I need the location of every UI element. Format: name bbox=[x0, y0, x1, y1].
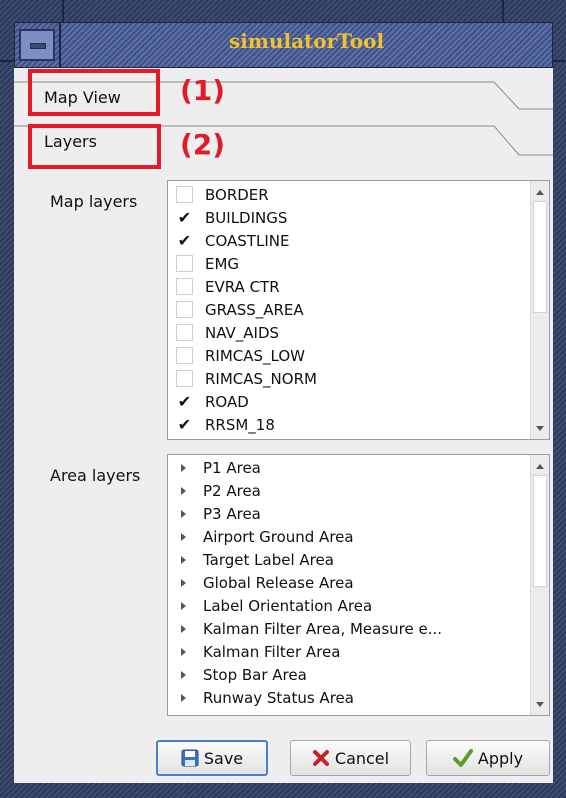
frame-corner-mark bbox=[553, 60, 566, 62]
annotation-label-2: (2) bbox=[180, 128, 226, 161]
frame-corner-mark bbox=[502, 0, 504, 22]
save-button[interactable]: Save bbox=[156, 740, 268, 776]
area-layers-label: Area layers bbox=[50, 466, 141, 485]
map-layer-item[interactable]: RIMCAS_LOW bbox=[168, 344, 305, 367]
scroll-down-arrow-icon[interactable] bbox=[531, 419, 549, 437]
map-layer-label: BORDER bbox=[205, 185, 269, 204]
area-layer-item[interactable]: Kalman Filter Area bbox=[168, 640, 340, 663]
cancel-button[interactable]: Cancel bbox=[290, 740, 411, 776]
checkbox-checked[interactable]: ✔ bbox=[176, 232, 193, 249]
map-layer-item[interactable]: ✔ ROAD bbox=[168, 390, 249, 413]
annotation-label-1: (1) bbox=[180, 74, 226, 107]
map-layer-item[interactable]: ✔ BUILDINGS bbox=[168, 206, 287, 229]
area-layer-item[interactable]: Runway Status Area bbox=[168, 686, 354, 709]
expand-arrow-icon[interactable] bbox=[181, 693, 186, 702]
area-layer-item[interactable]: P1 Area bbox=[168, 456, 261, 479]
map-layer-item[interactable]: EMG bbox=[168, 252, 239, 275]
scroll-down-arrow-icon[interactable] bbox=[531, 695, 549, 713]
area-layer-label: Stop Bar Area bbox=[203, 665, 307, 684]
area-layer-label: P1 Area bbox=[203, 458, 261, 477]
map-layers-list[interactable]: ✔ RRSM_18 ✔ ROAD RIMCAS_NORM RIMCAS_LOW NAV_AI… bbox=[167, 180, 550, 440]
map-layer-label: RIMCAS_NORM bbox=[205, 369, 317, 388]
area-layer-label: Label Orientation Area bbox=[203, 596, 373, 615]
area-layer-item[interactable]: Target Label Area bbox=[168, 548, 334, 571]
map-layer-label: ROAD bbox=[205, 392, 249, 411]
scroll-thumb[interactable] bbox=[533, 201, 547, 313]
map-layer-label: GRASS_AREA bbox=[205, 300, 304, 319]
expand-arrow-icon[interactable] bbox=[181, 578, 186, 587]
save-button-label: Save bbox=[203, 748, 244, 768]
map-layer-item[interactable]: BORDER bbox=[168, 183, 269, 206]
map-layer-item[interactable]: RIMCAS_NORM bbox=[168, 367, 317, 390]
area-layers-list[interactable]: Runway Status Area Stop Bar Area Kalman Fi… bbox=[167, 454, 550, 716]
expand-arrow-icon[interactable] bbox=[181, 670, 186, 679]
expand-arrow-icon[interactable] bbox=[181, 509, 186, 518]
expand-arrow-icon[interactable] bbox=[181, 647, 186, 656]
expand-arrow-icon[interactable] bbox=[181, 463, 186, 472]
cancel-button-label: Cancel bbox=[334, 748, 390, 768]
checkbox-checked[interactable]: ✔ bbox=[176, 393, 193, 410]
checkbox-unchecked[interactable] bbox=[176, 370, 193, 387]
window-menu-button[interactable] bbox=[19, 29, 55, 61]
expand-arrow-icon[interactable] bbox=[181, 624, 186, 633]
map-layer-label: BUILDINGS bbox=[205, 208, 288, 227]
window-title: simulatorTool bbox=[228, 29, 385, 53]
area-layer-label: Kalman Filter Area bbox=[203, 642, 341, 661]
area-layer-item[interactable]: P2 Area bbox=[168, 479, 261, 502]
scroll-thumb[interactable] bbox=[533, 475, 547, 587]
checkbox-checked[interactable]: ✔ bbox=[176, 416, 193, 433]
checkbox-unchecked[interactable] bbox=[176, 301, 193, 318]
frame-corner-mark bbox=[0, 60, 14, 62]
map-layer-item[interactable]: ✔ RRSM_18 bbox=[168, 413, 275, 436]
expand-arrow-icon[interactable] bbox=[181, 601, 186, 610]
checkbox-unchecked[interactable] bbox=[176, 186, 193, 203]
scroll-up-arrow-icon[interactable] bbox=[531, 183, 549, 201]
area-layer-label: Target Label Area bbox=[203, 550, 334, 569]
floppy-disk-icon bbox=[181, 749, 199, 767]
checkbox-unchecked[interactable] bbox=[176, 255, 193, 272]
area-layer-label: Runway Status Area bbox=[203, 688, 354, 707]
area-layers-scrollbar[interactable] bbox=[530, 455, 549, 715]
area-layer-item[interactable]: Label Orientation Area bbox=[168, 594, 372, 617]
area-layer-item[interactable]: Stop Bar Area bbox=[168, 663, 307, 686]
area-layer-item[interactable]: Airport Ground Area bbox=[168, 525, 354, 548]
map-layer-label: RIMCAS_LOW bbox=[205, 346, 306, 365]
map-layer-label: COASTLINE bbox=[205, 231, 290, 250]
area-layer-label: Global Release Area bbox=[203, 573, 354, 592]
apply-button[interactable]: Apply bbox=[426, 740, 550, 776]
map-layer-label: EMG bbox=[205, 254, 240, 273]
map-layer-label: RRSM_18 bbox=[205, 415, 275, 434]
expand-arrow-icon[interactable] bbox=[181, 532, 186, 541]
expand-arrow-icon[interactable] bbox=[181, 486, 186, 495]
area-layer-label: P3 Area bbox=[203, 504, 261, 523]
area-layer-label: Kalman Filter Area, Measure e... bbox=[203, 619, 443, 638]
frame-corner-mark bbox=[62, 0, 64, 22]
area-layer-item[interactable]: Kalman Filter Area, Measure e... bbox=[168, 617, 442, 640]
area-layer-label: P2 Area bbox=[203, 481, 261, 500]
green-check-icon bbox=[452, 749, 473, 767]
title-bar[interactable]: simulatorTool bbox=[14, 22, 553, 68]
map-layer-label: EVRA CTR bbox=[205, 277, 280, 296]
annotation-box-1 bbox=[28, 69, 160, 116]
area-layer-label: Airport Ground Area bbox=[203, 527, 354, 546]
annotation-box-2 bbox=[28, 124, 161, 169]
checkbox-unchecked[interactable] bbox=[176, 278, 193, 295]
apply-button-label: Apply bbox=[477, 748, 524, 768]
checkbox-unchecked[interactable] bbox=[176, 347, 193, 364]
scroll-up-arrow-icon[interactable] bbox=[531, 457, 549, 475]
map-layer-item[interactable]: GRASS_AREA bbox=[168, 298, 304, 321]
checkbox-checked[interactable]: ✔ bbox=[176, 209, 193, 226]
area-layer-item[interactable]: P3 Area bbox=[168, 502, 261, 525]
map-layer-label: NAV_AIDS bbox=[205, 323, 280, 342]
map-layer-item[interactable]: EVRA CTR bbox=[168, 275, 280, 298]
dialog-panel: Map View Layers (1) (2) Map layers ✔ RRSM… bbox=[14, 68, 553, 783]
map-layer-item[interactable]: ✔ COASTLINE bbox=[168, 229, 289, 252]
expand-arrow-icon[interactable] bbox=[181, 555, 186, 564]
red-x-icon bbox=[312, 749, 330, 767]
map-layer-item[interactable]: NAV_AIDS bbox=[168, 321, 279, 344]
map-layers-label: Map layers bbox=[50, 192, 138, 211]
area-layer-item[interactable]: Global Release Area bbox=[168, 571, 354, 594]
map-layers-scrollbar[interactable] bbox=[530, 181, 549, 439]
checkbox-unchecked[interactable] bbox=[176, 324, 193, 341]
